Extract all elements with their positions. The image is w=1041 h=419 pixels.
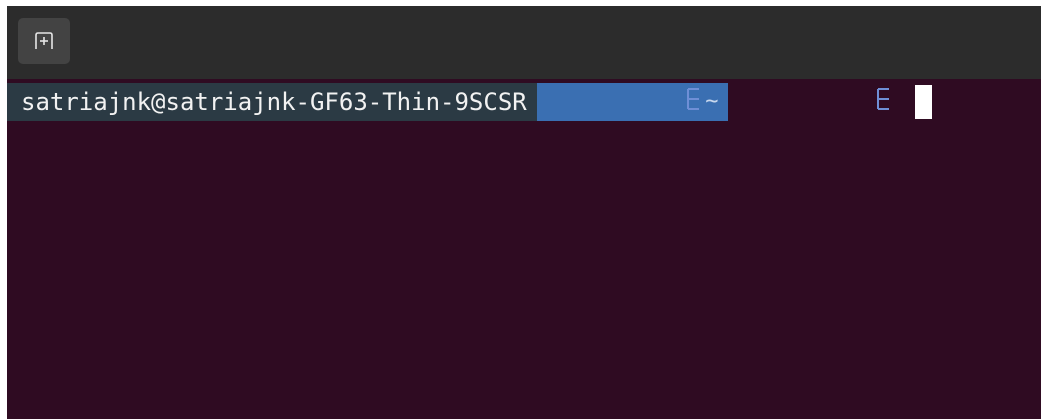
powerline-separator-icon	[732, 59, 891, 145]
terminal-window: satriajnk@satriajnk-GF63-Thin-9SCSR ~	[7, 6, 1041, 419]
powerline-separator-end	[728, 83, 901, 121]
prompt-directory-segment: ~	[536, 83, 729, 121]
prompt-user-host: satriajnk@satriajnk-GF63-Thin-9SCSR	[7, 83, 537, 121]
prompt-line: satriajnk@satriajnk-GF63-Thin-9SCSR ~	[7, 83, 932, 121]
new-tab-icon	[34, 32, 54, 50]
prompt-directory: ~	[705, 89, 719, 114]
terminal-output[interactable]: satriajnk@satriajnk-GF63-Thin-9SCSR ~	[7, 79, 1041, 419]
powerline-separator-icon	[543, 59, 702, 145]
text-cursor	[914, 85, 932, 119]
new-tab-button[interactable]	[18, 18, 70, 64]
